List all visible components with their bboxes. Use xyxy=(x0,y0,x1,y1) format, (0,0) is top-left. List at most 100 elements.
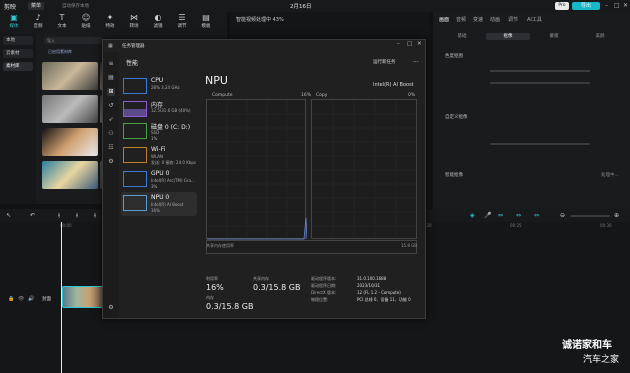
memory-stat-value: 0.3/15.8 GB xyxy=(206,302,254,311)
device-usage: 16% xyxy=(151,208,160,213)
driver-date-value: 2023/10/31 xyxy=(357,283,381,288)
cover-button[interactable]: 封面 xyxy=(42,296,51,302)
tool-audio[interactable]: ♪ 音频 xyxy=(27,13,49,29)
device-memory[interactable]: 内存 12.5/31.6 GB (40%) xyxy=(121,98,197,122)
details-icon[interactable]: ☷ xyxy=(107,144,115,152)
nav-cloud[interactable]: 云素材 xyxy=(3,49,33,58)
device-usage: 发送: 0 接收: 24.0 Kbps xyxy=(151,160,197,165)
task-manager-icon: ▦ xyxy=(108,43,113,49)
tool-label: 转场 xyxy=(129,24,139,29)
mic-icon[interactable]: 🎤 xyxy=(484,212,491,219)
project-title[interactable]: 2月16日 xyxy=(290,2,312,10)
device-gpu[interactable]: GPU 0 Intel(R) Arc(TM) Gra... 3% xyxy=(121,168,197,192)
app-history-icon[interactable]: ↺ xyxy=(107,102,115,110)
media-thumbnail[interactable] xyxy=(42,128,98,156)
chroma-slider[interactable] xyxy=(490,70,590,72)
split-icon[interactable]: ⫲ xyxy=(58,212,60,220)
processes-icon[interactable]: ▤ xyxy=(107,74,115,82)
subtab-basic[interactable]: 基础 xyxy=(440,33,484,40)
device-npu[interactable]: NPU 0 Intel(R) AI Boost 16% xyxy=(121,192,197,216)
tool-transition[interactable]: ⋈ 转场 xyxy=(123,13,145,29)
zoom-in-icon[interactable]: ⊕ xyxy=(614,212,619,219)
split-right-icon[interactable]: ⫲ xyxy=(94,212,96,220)
tab-speed[interactable]: 变速 xyxy=(473,16,483,23)
media-thumbnail[interactable] xyxy=(42,62,98,90)
media-thumbnail[interactable] xyxy=(42,161,98,189)
tab-adjust[interactable]: 调节 xyxy=(508,16,518,23)
tab-animation[interactable]: 动画 xyxy=(490,16,500,23)
media-thumbnail[interactable] xyxy=(42,95,98,123)
services-icon[interactable]: ⚙ xyxy=(107,158,115,166)
track-visibility-icon[interactable]: 👁 xyxy=(18,296,24,302)
hamburger-icon[interactable]: ≡ xyxy=(107,60,115,68)
nav-local[interactable]: 本地 xyxy=(3,36,33,45)
split-left-icon[interactable]: ⫲ xyxy=(76,212,78,220)
tool-label: 模板 xyxy=(201,24,211,29)
startup-apps-icon[interactable]: ➶ xyxy=(107,116,115,124)
device-cpu[interactable]: CPU 28% 3.24 GHz xyxy=(121,75,197,99)
compute-graph-percent: 16% xyxy=(301,93,312,98)
tab-audio[interactable]: 音频 xyxy=(456,16,466,23)
tool-label: 媒体 xyxy=(9,24,19,29)
magnet-icon[interactable]: ◈ xyxy=(470,212,475,219)
close-icon[interactable]: ✕ xyxy=(417,41,422,47)
track-audio-icon[interactable]: 🔊 xyxy=(28,296,34,302)
tool-filter[interactable]: ◐ 滤镜 xyxy=(147,13,169,29)
minimize-icon[interactable]: – xyxy=(605,2,608,9)
select-tool-icon[interactable]: ↖ xyxy=(6,212,11,219)
tool-adjust[interactable]: ☰ 调节 xyxy=(171,13,193,29)
maximize-icon[interactable]: □ xyxy=(614,2,620,9)
close-icon[interactable]: ✕ xyxy=(623,2,628,9)
tool-label: 音频 xyxy=(33,24,43,29)
nav-library[interactable]: 素材库 xyxy=(3,62,33,71)
custom-key-slider[interactable] xyxy=(490,143,590,145)
video-clip[interactable] xyxy=(62,286,104,308)
gpu-sparkline xyxy=(123,171,147,187)
npu-sparkline xyxy=(123,195,147,211)
tool-template[interactable]: ▤ 模板 xyxy=(195,13,217,29)
subtab-beauty[interactable]: 美颜 xyxy=(578,33,622,40)
more-options-button[interactable]: ··· xyxy=(413,59,419,66)
npu-title: NPU xyxy=(205,74,228,87)
device-detail: WLAN xyxy=(151,154,164,159)
link-icon[interactable]: ⇔ xyxy=(498,212,503,219)
playhead[interactable] xyxy=(61,222,62,373)
tool-media[interactable]: ▣ 媒体 xyxy=(3,13,25,29)
tool-effects[interactable]: ✦ 特效 xyxy=(99,13,121,29)
run-new-task-button[interactable]: 运行新任务 xyxy=(373,59,396,65)
subtab-keying[interactable]: 抠像 xyxy=(486,33,530,40)
tool-label: 滤镜 xyxy=(153,24,163,29)
watermark-line1: 诚诺家和车 xyxy=(562,340,612,351)
menu-button[interactable]: 菜单 xyxy=(28,2,45,10)
device-detail: Intel(R) AI Boost xyxy=(151,202,184,207)
performance-icon[interactable]: ⊞ xyxy=(107,88,115,96)
zoom-slider[interactable] xyxy=(570,215,610,217)
tab-ai-tools[interactable]: AI工具 xyxy=(527,16,542,23)
device-detail: 12.5/31.6 GB (40%) xyxy=(151,108,191,113)
copy-graph-percent: 0% xyxy=(408,93,416,98)
device-disk[interactable]: 磁盘 0 (C: D:) SSD 1% xyxy=(121,120,197,144)
export-button[interactable]: 导出 xyxy=(572,2,600,10)
tab-picture[interactable]: 画面 xyxy=(439,16,449,23)
copy-graph xyxy=(311,99,418,240)
autosave-status: 自动保存本地 xyxy=(62,4,89,9)
maximize-icon[interactable]: □ xyxy=(407,41,412,47)
track-lock-icon[interactable]: 🔒 xyxy=(8,296,14,302)
chroma-slider[interactable] xyxy=(490,82,590,84)
snap-icon[interactable]: ⇔ xyxy=(534,212,539,219)
npu-model: Intel(R) AI Boost xyxy=(373,82,414,88)
import-button[interactable]: 导入 xyxy=(44,37,102,44)
zoom-out-icon[interactable]: ⊖ xyxy=(560,212,565,219)
preview-axis-icon[interactable]: ⇔ xyxy=(516,212,521,219)
undo-icon[interactable]: ↶ xyxy=(30,212,35,219)
tool-text[interactable]: T 文本 xyxy=(51,13,73,29)
tool-sticker[interactable]: ☺ 贴纸 xyxy=(75,13,97,29)
users-icon[interactable]: ⚇ xyxy=(107,130,115,138)
minimize-icon[interactable]: – xyxy=(397,41,400,47)
pro-badge[interactable]: Pro xyxy=(555,2,569,10)
settings-icon[interactable]: ⚙ xyxy=(107,304,115,312)
subtab-mask[interactable]: 蒙版 xyxy=(532,33,576,40)
device-detail: 28% 3.24 GHz xyxy=(151,85,180,90)
device-wifi[interactable]: Wi-Fi WLAN 发送: 0 接收: 24.0 Kbps xyxy=(121,144,197,168)
device-usage: 3% xyxy=(151,184,158,189)
